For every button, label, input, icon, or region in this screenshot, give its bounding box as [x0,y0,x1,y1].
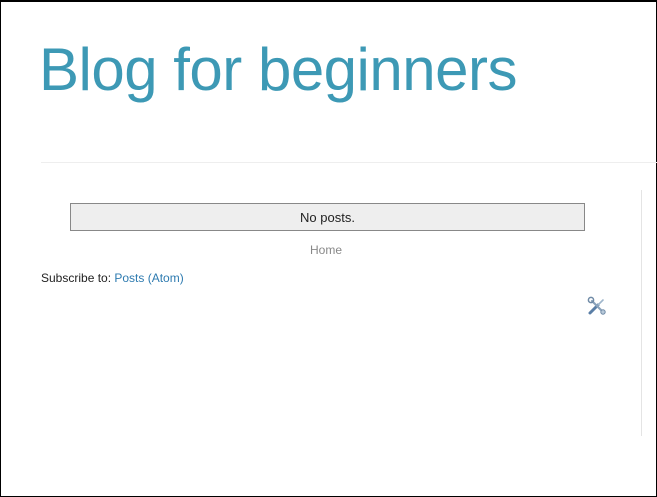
no-posts-message: No posts. [70,203,585,231]
browser-frame: Blog for beginners No posts. Home Subscr… [0,0,657,497]
blog-title: Blog for beginners [39,36,517,104]
no-posts-text: No posts. [300,209,355,225]
blog-title-link[interactable]: Blog for beginners [39,36,517,103]
posts-atom-link[interactable]: Posts (Atom) [114,271,183,285]
tools-icon[interactable] [586,295,608,317]
header-divider [41,162,657,163]
sidebar-divider [641,190,642,436]
subscribe-label: Subscribe to: [41,271,115,285]
subscribe-section: Subscribe to: Posts (Atom) [41,271,184,285]
home-link[interactable]: Home [1,243,651,257]
